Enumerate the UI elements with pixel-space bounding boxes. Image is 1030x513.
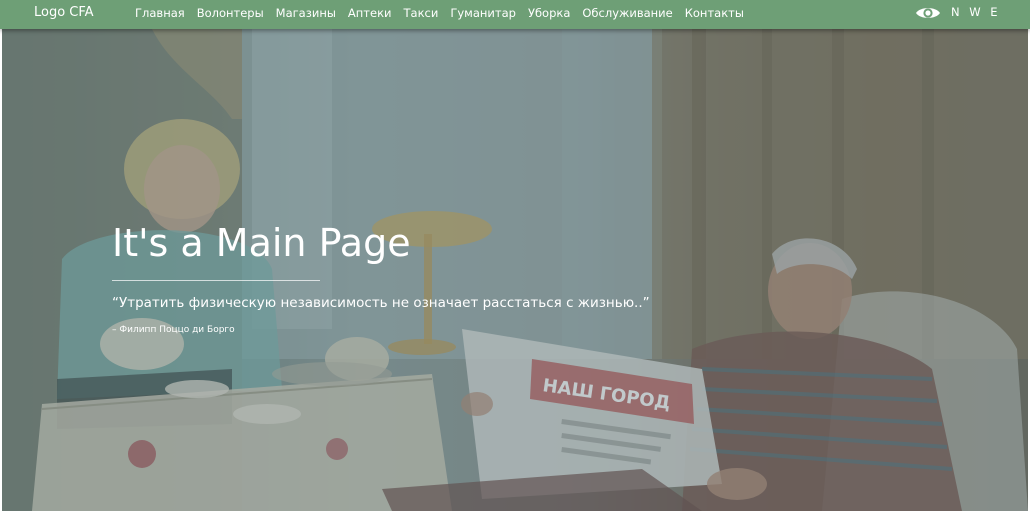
hero-quote-author: – Филипп Поццо ди Борго [112,325,235,335]
nav-link-cleaning[interactable]: Уборка [528,6,570,20]
nav-link-humanitarian[interactable]: Гуманитар [450,6,516,20]
nav-link-service[interactable]: Обслуживание [582,6,672,20]
nav-link-contacts[interactable]: Контакты [685,6,744,20]
hero-title: It's a Main Page [112,221,411,265]
accessibility-toggle-button[interactable] [914,3,942,23]
language-switcher[interactable]: N W E [951,5,1001,19]
hero-overlay [2,29,1028,511]
top-navbar: Logo CFA Главная Волонтеры Магазины Апте… [0,0,1030,29]
hero-banner: НАШ ГОРОД It's a Main Page “Утратить физ… [2,29,1028,511]
eye-icon [916,8,940,18]
nav-link-home[interactable]: Главная [135,6,185,20]
nav-link-taxi[interactable]: Такси [404,6,439,20]
nav-links: Главная Волонтеры Магазины Аптеки Такси … [135,6,744,20]
hero-divider [112,280,320,281]
nav-link-pharmacies[interactable]: Аптеки [348,6,392,20]
logo-link[interactable]: Logo CFA [34,5,94,20]
nav-link-volunteers[interactable]: Волонтеры [197,6,264,20]
nav-link-shops[interactable]: Магазины [276,6,336,20]
hero-quote: “Утратить физическую независимость не оз… [112,295,650,311]
